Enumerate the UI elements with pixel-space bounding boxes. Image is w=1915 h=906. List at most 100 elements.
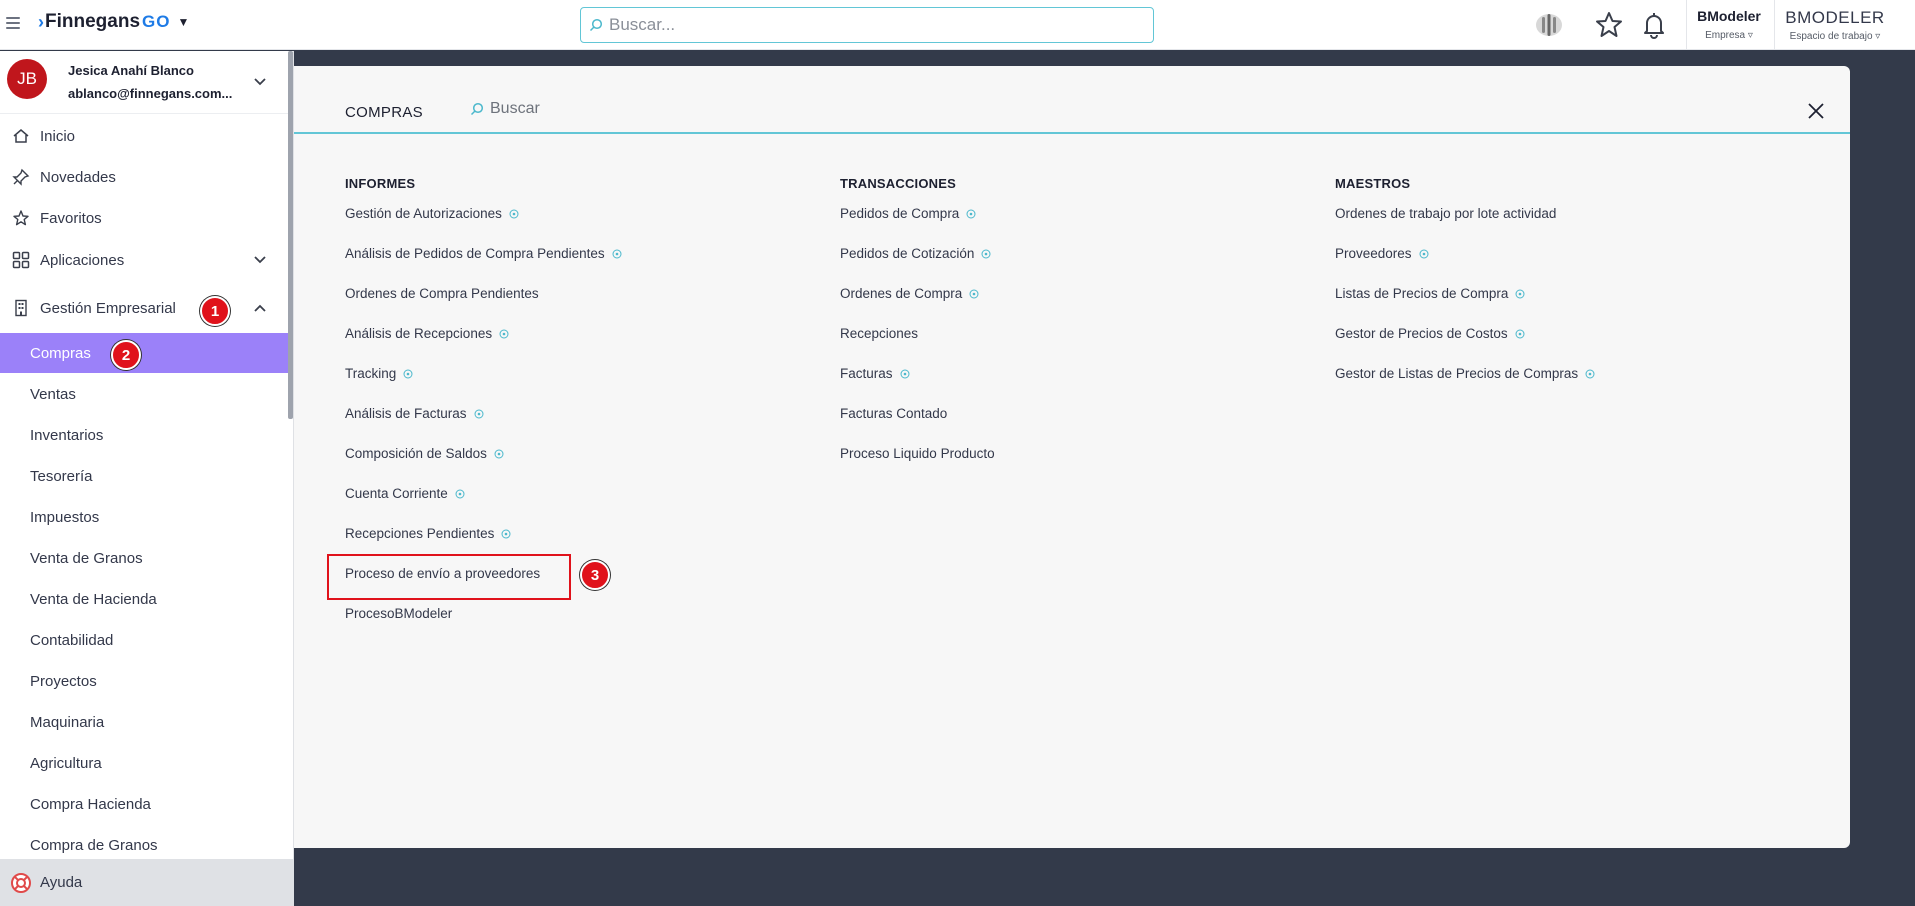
sidebar-item-favoritos[interactable]: Favoritos (0, 198, 288, 238)
menu-link-label: Análisis de Facturas (345, 406, 467, 421)
assistant-icon[interactable] (1533, 10, 1565, 40)
column-transacciones: TRANSACCIONES Pedidos de Compra Pedidos … (840, 176, 1320, 461)
menu-link[interactable]: Análisis de Pedidos de Compra Pendientes (345, 246, 622, 261)
search-icon (470, 102, 484, 116)
menu-link[interactable]: Gestión de Autorizaciones (345, 206, 519, 221)
sidebar-subitem-agricultura[interactable]: Agricultura (0, 743, 288, 783)
menu-link-label: Recepciones (840, 326, 919, 341)
avatar: JB (7, 59, 47, 99)
menu-link[interactable]: ProcesoBModeler (345, 606, 452, 621)
menu-link[interactable]: Composición de Saldos (345, 446, 504, 461)
global-search-input[interactable] (609, 15, 1129, 35)
lifebuoy-icon (11, 872, 31, 893)
sidebar-subitem-inventarios[interactable]: Inventarios (0, 415, 288, 455)
step-marker-3: 3 (580, 560, 610, 590)
menu-link[interactable]: Facturas (840, 366, 910, 381)
sidebar-subitem-compras[interactable]: Compras (0, 333, 288, 373)
menu-link[interactable]: Proceso Liquido Producto (840, 446, 995, 461)
favorites-star-icon[interactable] (1594, 10, 1624, 40)
menu-link-label: Gestión de Autorizaciones (345, 206, 502, 221)
sidebar-item-label: Inicio (40, 127, 76, 145)
brand-suffix: GO (142, 12, 171, 31)
menu-link[interactable]: Facturas Contado (840, 406, 947, 421)
menu-link-label: Recepciones Pendientes (345, 526, 495, 541)
sidebar-subitem-label: Ventas (30, 385, 76, 403)
workspace-selector[interactable]: BMODELER Espacio de trabajo ▿ (1782, 8, 1888, 42)
menu-link[interactable]: Pedidos de Cotización (840, 246, 991, 261)
star-icon (13, 210, 29, 226)
sidebar-item-label: Aplicaciones (40, 251, 125, 269)
menu-link[interactable]: Gestor de Precios de Costos (1335, 326, 1525, 341)
menu-link[interactable]: Ordenes de Compra Pendientes (345, 286, 539, 301)
menu-link-label: Proveedores (1335, 246, 1412, 261)
company-selector[interactable]: BModeler Empresa ▿ (1694, 8, 1764, 41)
hamburger-menu-icon[interactable] (6, 17, 20, 29)
caret-down-icon: ▿ (1747, 30, 1753, 41)
caret-down-icon: ▿ (1875, 31, 1881, 42)
info-icon (501, 529, 511, 538)
info-icon (1515, 329, 1525, 338)
sidebar-subitem-maquinaria[interactable]: Maquinaria (0, 702, 288, 742)
caret-down-icon[interactable]: ▼ (177, 15, 189, 29)
menu-link[interactable]: Recepciones (840, 326, 918, 341)
info-icon (969, 289, 979, 298)
sidebar-subitem-label: Agricultura (30, 754, 102, 772)
sidebar-subitem-venta-de-granos[interactable]: Venta de Granos (0, 538, 288, 578)
brand-logo[interactable]: › Finnegans GO ▼ (38, 11, 189, 33)
sidebar-item-gestion-empresarial[interactable]: Gestión Empresarial (0, 288, 288, 328)
menu-link[interactable]: Listas de Precios de Compra (1335, 286, 1525, 301)
notifications-bell-icon[interactable] (1640, 10, 1668, 40)
menu-link-label: Análisis de Recepciones (345, 326, 493, 341)
menu-link-label: Ordenes de Compra (840, 286, 963, 301)
user-email: ablanco@finnegans.com... (68, 86, 233, 101)
menu-link[interactable]: Pedidos de Compra (840, 206, 976, 221)
menu-link-label: Ordenes de Compra Pendientes (345, 286, 539, 301)
compras-menu-panel: COMPRAS INFORMES Gestión de Autorizacion… (294, 66, 1850, 848)
sidebar-subitem-label: Compras (30, 344, 91, 362)
sidebar-scrollbar[interactable] (288, 51, 293, 419)
sidebar-subitem-label: Venta de Granos (30, 549, 143, 567)
help-label: Ayuda (40, 874, 83, 891)
panel-title: COMPRAS (345, 104, 423, 121)
chevron-up-icon (254, 304, 266, 312)
sidebar-subitem-ventas[interactable]: Ventas (0, 374, 288, 414)
user-profile[interactable]: JB Jesica Anahí Blanco ablanco@finnegans… (0, 51, 288, 114)
global-search[interactable] (580, 7, 1154, 43)
sidebar-subitem-venta-de-hacienda[interactable]: Venta de Hacienda (0, 579, 288, 619)
sidebar-subitem-impuestos[interactable]: Impuestos (0, 497, 288, 537)
menu-link[interactable]: Ordenes de Compra (840, 286, 979, 301)
menu-link[interactable]: Análisis de Recepciones (345, 326, 509, 341)
menu-link-label: Listas de Precios de Compra (1335, 286, 1509, 301)
sidebar-subitem-compra-hacienda[interactable]: Compra Hacienda (0, 784, 288, 824)
sidebar-item-aplicaciones[interactable]: Aplicaciones (0, 240, 288, 280)
menu-link[interactable]: Ordenes de trabajo por lote actividad (1335, 206, 1556, 221)
info-icon (1585, 369, 1595, 378)
menu-link[interactable]: Gestor de Listas de Precios de Compras (1335, 366, 1595, 381)
sidebar-subitem-contabilidad[interactable]: Contabilidad (0, 620, 288, 660)
sidebar-item-novedades[interactable]: Novedades (0, 157, 288, 197)
workspace-name: BMODELER (1785, 8, 1885, 27)
chevron-down-icon[interactable] (253, 77, 267, 87)
panel-search[interactable] (470, 100, 790, 118)
search-icon (589, 18, 603, 32)
menu-link[interactable]: Proveedores (1335, 246, 1429, 261)
menu-link-label: Gestor de Precios de Costos (1335, 326, 1508, 341)
menu-link[interactable]: Tracking (345, 366, 413, 381)
user-name: Jesica Anahí Blanco (68, 63, 194, 78)
sidebar-subitem-proyectos[interactable]: Proyectos (0, 661, 288, 701)
info-icon (1419, 249, 1429, 258)
close-icon[interactable] (1807, 102, 1825, 120)
sidebar-item-label: Novedades (40, 168, 116, 186)
column-title: MAESTROS (1335, 176, 1411, 191)
brand-chevron-icon: › (38, 11, 44, 32)
help-button[interactable]: Ayuda (0, 859, 293, 906)
menu-link[interactable]: Cuenta Corriente (345, 486, 465, 501)
column-maestros: MAESTROS Ordenes de trabajo por lote act… (1335, 176, 1815, 381)
column-title: INFORMES (345, 176, 416, 191)
menu-link[interactable]: Recepciones Pendientes (345, 526, 511, 541)
menu-link[interactable]: Análisis de Facturas (345, 406, 484, 421)
panel-search-input[interactable] (490, 100, 790, 118)
sidebar-item-inicio[interactable]: Inicio (0, 116, 288, 156)
sidebar-subitem-tesoreria[interactable]: Tesorería (0, 456, 288, 496)
workspace-label: Espacio de trabajo (1789, 31, 1873, 42)
